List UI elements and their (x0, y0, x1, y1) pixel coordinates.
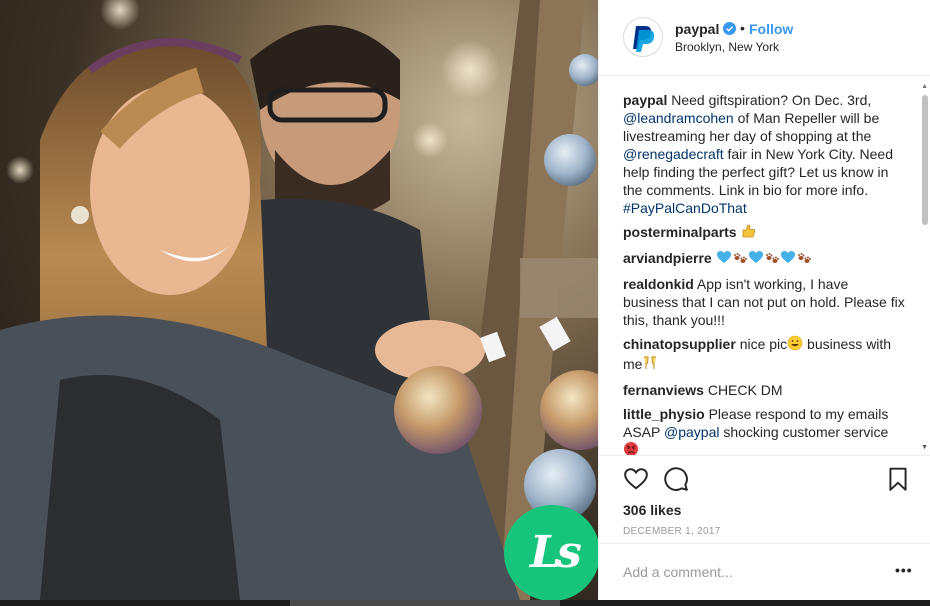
comment-text: CHECK DM (707, 382, 783, 398)
comments-list[interactable]: paypal Need giftspiration? On Dec. 3rd, … (599, 77, 930, 455)
angry-face-emoji (623, 441, 639, 455)
caption-text: Need giftspiration? On Dec. 3rd, @leandr… (623, 92, 893, 216)
comment-username[interactable]: arviandpierre (623, 250, 712, 266)
scroll-down-arrow-icon[interactable]: ▼ (921, 444, 928, 451)
likes-count[interactable]: 306 likes (623, 502, 681, 518)
heart-icon[interactable] (623, 466, 649, 492)
comment-text: Need giftspiration? On Dec. 3rd, (671, 92, 872, 108)
mention-link[interactable]: @renegadecraft (623, 146, 724, 162)
comment-row: fernanviews CHECK DM (623, 381, 907, 399)
blue-heart-emoji (716, 249, 732, 269)
post-photo[interactable]: Ls (0, 0, 598, 600)
post-date[interactable]: DECEMBER 1, 2017 (623, 526, 721, 537)
blue-heart-emoji (780, 249, 796, 269)
comment-row: little_physio Please respond to my email… (623, 405, 907, 455)
bottom-strip (0, 600, 930, 606)
comment-username[interactable]: posterminalparts (623, 224, 737, 240)
bookmark-icon[interactable] (885, 466, 911, 492)
verified-badge-icon (723, 22, 736, 35)
scrollbar-thumb[interactable] (922, 95, 928, 225)
instagram-post-modal: Ls paypal • Follow Brooklyn, New York pa… (0, 0, 930, 606)
post-caption: paypal Need giftspiration? On Dec. 3rd, … (623, 91, 907, 217)
comments-scrollbar[interactable]: ▲ ▼ (920, 77, 930, 455)
paypal-logo-icon[interactable] (623, 17, 663, 57)
comment-username[interactable]: chinatopsupplier (623, 336, 736, 352)
paw-prints-emoji (732, 249, 748, 269)
comment-row: arviandpierre (623, 249, 907, 269)
photo-illustration (0, 0, 598, 600)
paw-prints-emoji (764, 249, 780, 269)
comment-bubble-icon[interactable] (663, 466, 689, 492)
comment-username[interactable]: realdonkid (623, 276, 694, 292)
comment-username[interactable]: little_physio (623, 406, 705, 422)
thumbs-up-emoji (740, 223, 756, 243)
comment-row: posterminalparts (623, 223, 907, 243)
mention-link[interactable]: @leandramcohen (623, 110, 734, 126)
caption-username[interactable]: paypal (623, 92, 667, 108)
hashtag-link[interactable]: #PayPalCanDoThat (623, 200, 747, 216)
more-options-icon[interactable]: ••• (895, 562, 913, 578)
comment-row: chinatopsupplier nice pic business with … (623, 335, 907, 375)
blue-heart-emoji (748, 249, 764, 269)
ls-logo-text: Ls (530, 527, 582, 578)
clinking-glasses-emoji (642, 355, 658, 375)
mention-link[interactable]: @paypal (664, 424, 719, 440)
post-header: paypal • Follow Brooklyn, New York (599, 0, 930, 76)
ls-logo-badge: Ls (504, 505, 598, 600)
separator-dot: • (740, 20, 745, 36)
comment-text: nice pic (739, 336, 788, 352)
comment-username[interactable]: fernanviews (623, 382, 704, 398)
scroll-up-arrow-icon[interactable]: ▲ (921, 83, 928, 90)
paw-prints-emoji (796, 249, 812, 269)
grinning-face-emoji (787, 335, 803, 355)
add-comment-input[interactable] (623, 562, 883, 582)
post-location[interactable]: Brooklyn, New York (675, 40, 779, 54)
comment-row: realdonkid App isn't working, I have bus… (623, 275, 907, 329)
comment-text: shocking customer service (719, 424, 889, 440)
post-side-panel: paypal • Follow Brooklyn, New York paypa… (598, 0, 930, 600)
bottom-strip-segment (290, 600, 560, 606)
post-username[interactable]: paypal (675, 21, 719, 37)
follow-button[interactable]: Follow (749, 21, 793, 37)
add-comment-bar: ••• (599, 543, 930, 600)
